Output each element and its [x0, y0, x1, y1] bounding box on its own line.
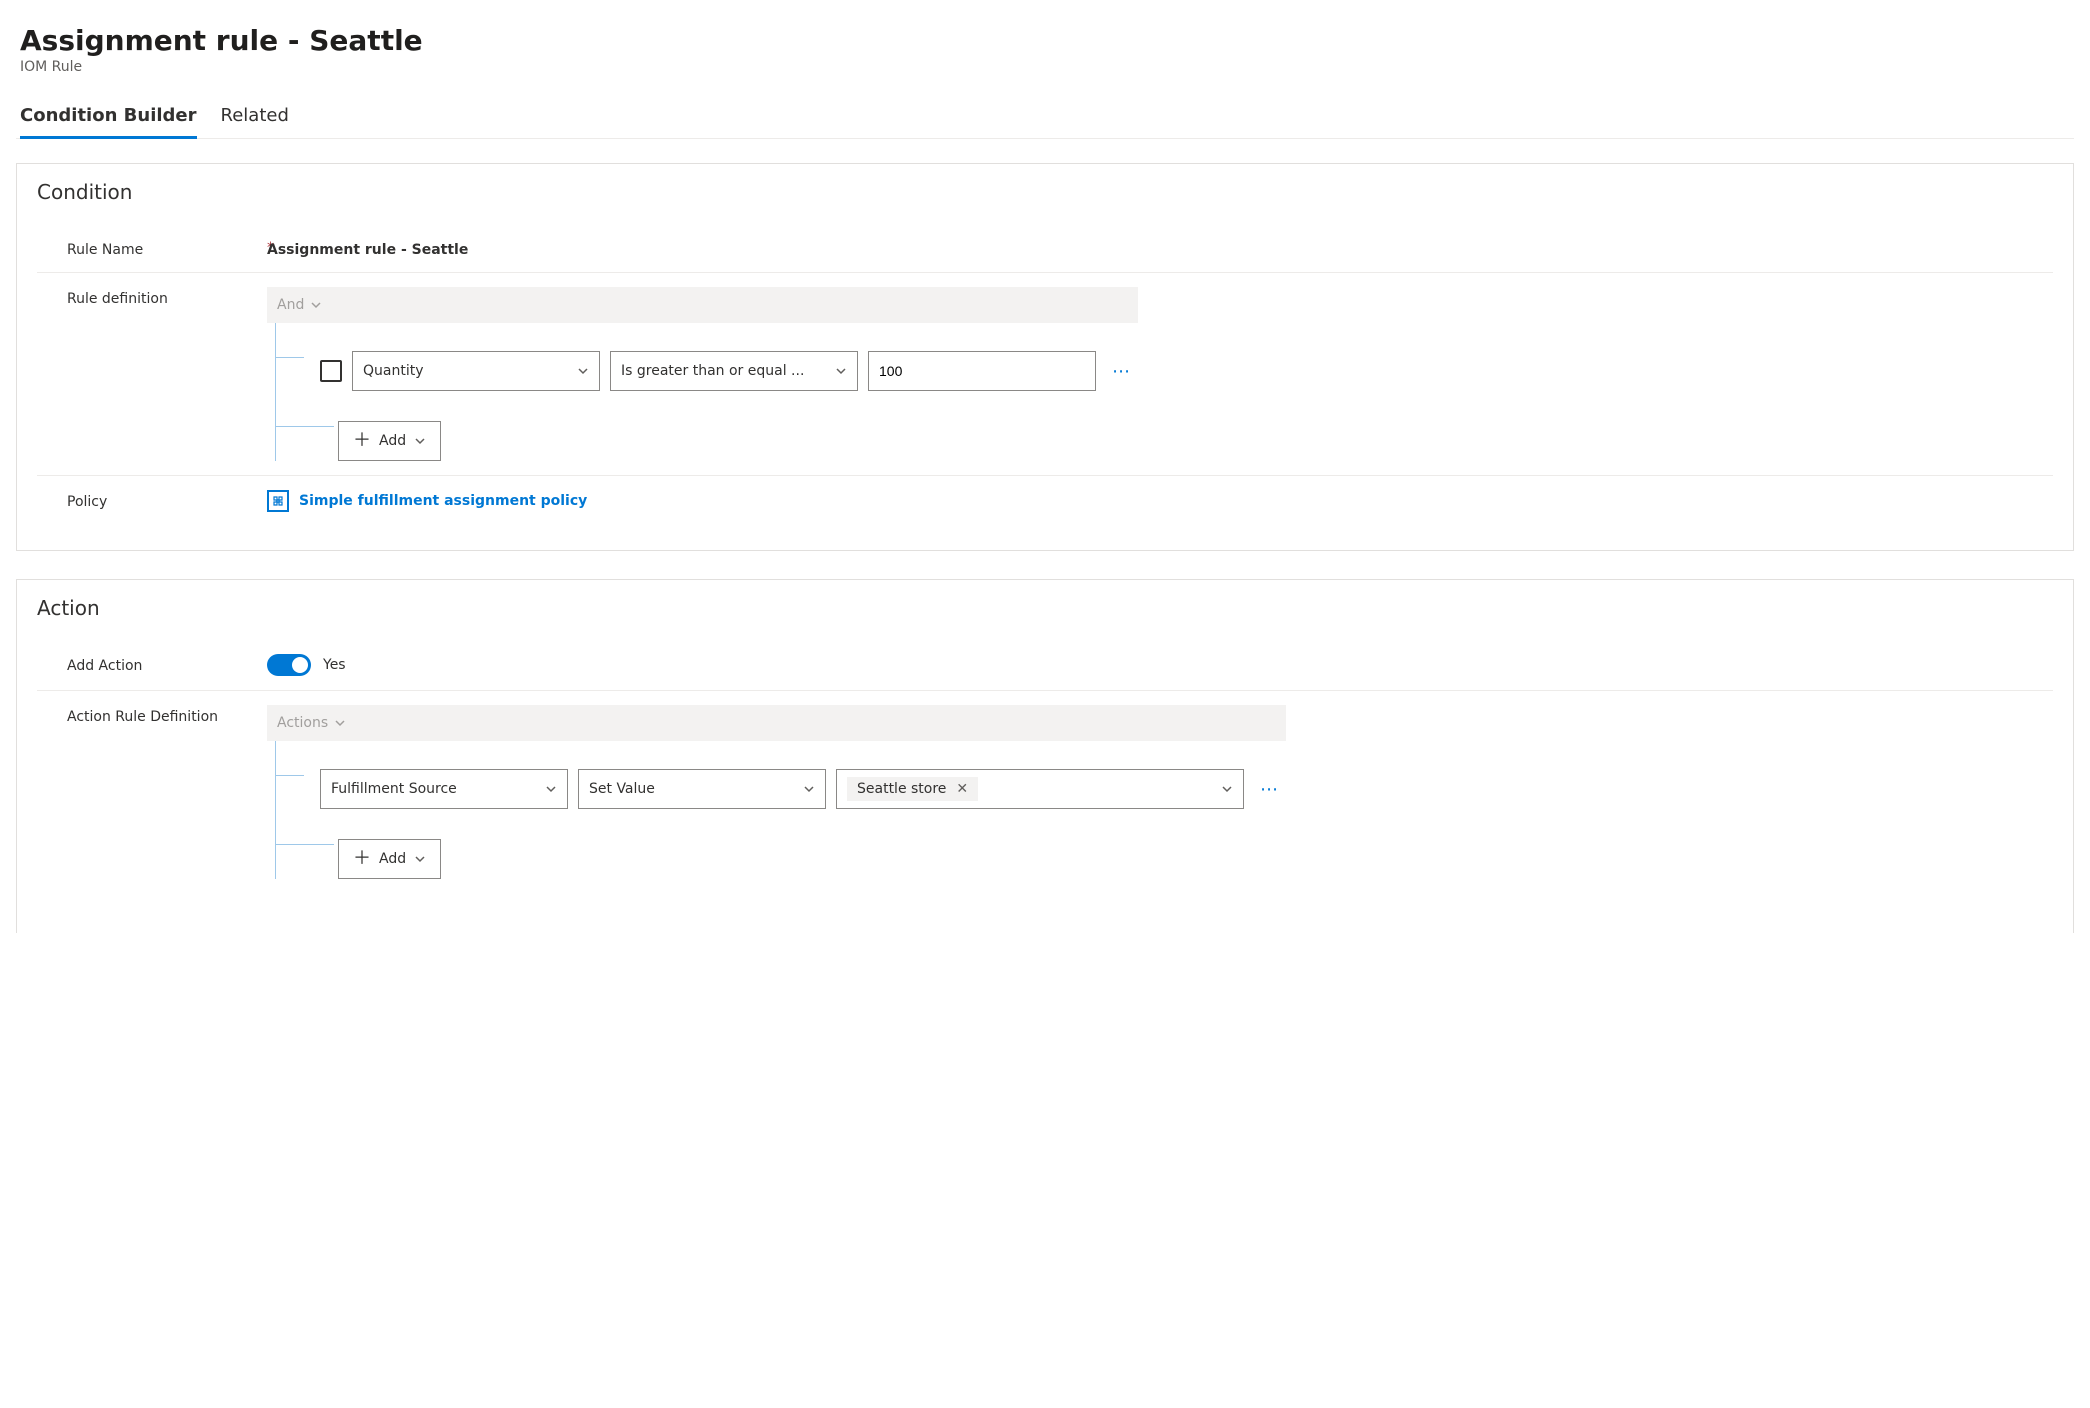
rule-name-label: Rule Name — [37, 238, 267, 258]
condition-operator-dropdown[interactable]: Is greater than or equal ... — [610, 351, 858, 391]
policy-link-text: Simple fulfillment assignment policy — [299, 493, 587, 509]
condition-field-value: Quantity — [363, 363, 424, 379]
tab-condition-builder[interactable]: Condition Builder — [20, 95, 197, 138]
page-subtitle: IOM Rule — [20, 59, 2074, 75]
add-label: Add — [379, 433, 406, 449]
row-more-icon[interactable]: ⋯ — [1106, 361, 1138, 382]
add-action-toggle[interactable] — [267, 654, 311, 676]
chevron-down-icon — [835, 365, 847, 377]
add-action-value: Yes — [323, 657, 346, 673]
row-more-icon[interactable]: ⋯ — [1254, 779, 1286, 800]
tabs: Condition Builder Related — [16, 95, 2074, 139]
action-operator-value: Set Value — [589, 781, 655, 797]
action-section: Action Add Action Yes Action Rule Defini… — [16, 579, 2074, 933]
plus-icon: ＋ — [353, 850, 371, 868]
group-operator-label: And — [277, 297, 304, 313]
chevron-down-icon — [414, 435, 426, 447]
action-value-chip: Seattle store ✕ — [847, 777, 978, 801]
action-rule-definition-label: Action Rule Definition — [37, 705, 267, 725]
condition-field-dropdown[interactable]: Quantity — [352, 351, 600, 391]
condition-operator-value: Is greater than or equal ... — [621, 363, 804, 379]
chevron-down-icon — [803, 783, 815, 795]
action-field-dropdown[interactable]: Fulfillment Source — [320, 769, 568, 809]
add-action-rule-button[interactable]: ＋ Add — [338, 839, 441, 879]
page-title: Assignment rule - Seattle — [20, 24, 2074, 57]
chevron-down-icon — [334, 717, 346, 729]
add-label: Add — [379, 851, 406, 867]
condition-title: Condition — [37, 180, 2053, 204]
chevron-down-icon — [310, 299, 322, 311]
plus-icon: ＋ — [353, 432, 371, 450]
condition-section: Condition Rule Name * Assignment rule - … — [16, 163, 2074, 551]
action-value-text: Seattle store — [857, 781, 946, 797]
close-icon[interactable]: ✕ — [956, 781, 968, 797]
group-operator-label: Actions — [277, 715, 328, 731]
chevron-down-icon — [414, 853, 426, 865]
chevron-down-icon — [577, 365, 589, 377]
condition-row-checkbox[interactable] — [320, 360, 342, 382]
chevron-down-icon — [1221, 783, 1233, 795]
action-field-value: Fulfillment Source — [331, 781, 457, 797]
add-action-label: Add Action — [37, 654, 267, 674]
group-operator-actions[interactable]: Actions — [267, 705, 1286, 741]
rule-definition-label: Rule definition — [37, 287, 267, 307]
rule-name-value: Assignment rule - Seattle — [267, 238, 468, 258]
action-operator-dropdown[interactable]: Set Value — [578, 769, 826, 809]
add-condition-button[interactable]: ＋ Add — [338, 421, 441, 461]
policy-label: Policy — [37, 490, 267, 510]
group-operator-and[interactable]: And — [267, 287, 1138, 323]
action-value-dropdown[interactable]: Seattle store ✕ — [836, 769, 1244, 809]
tab-related[interactable]: Related — [221, 95, 289, 138]
puzzle-icon — [267, 490, 289, 512]
policy-link[interactable]: Simple fulfillment assignment policy — [267, 490, 587, 512]
chevron-down-icon — [545, 783, 557, 795]
action-title: Action — [37, 596, 2053, 620]
condition-value-input[interactable] — [868, 351, 1096, 391]
